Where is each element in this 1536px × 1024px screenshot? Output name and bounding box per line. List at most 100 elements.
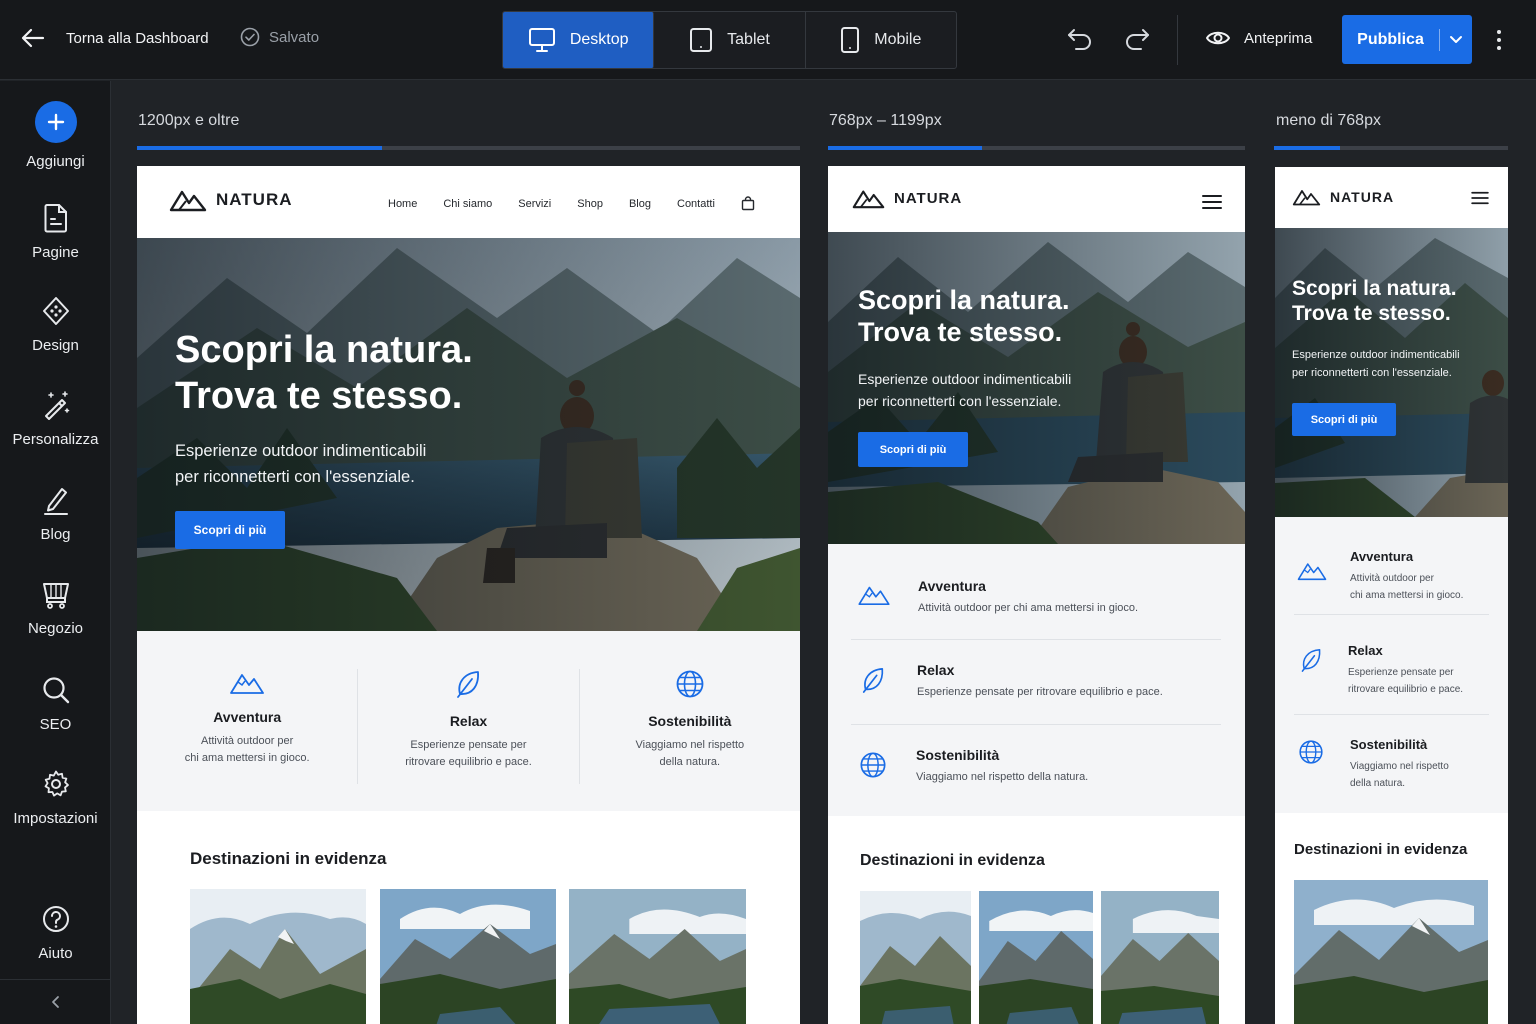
device-mobile-button[interactable]: Mobile: [806, 12, 956, 68]
destination-card[interactable]: [380, 889, 556, 1024]
site-header: NATURA Home Chi siamo Servizi Shop Blog …: [137, 166, 800, 238]
search-icon: [42, 677, 69, 704]
destination-image: [380, 889, 556, 1024]
hero-subtitle-line2: per riconnetterti con l'essenziale.: [175, 468, 415, 487]
save-status: Salvato: [240, 27, 319, 47]
back-to-dashboard-button[interactable]: Torna alla Dashboard: [20, 25, 209, 51]
breakpoint-label-tablet: 768px – 1199px: [829, 112, 942, 129]
destination-image: [569, 889, 746, 1024]
site-nav: Home Chi siamo Servizi Shop Blog Contatt…: [388, 196, 755, 211]
leaf-icon: [1301, 648, 1321, 672]
sidebar-item-customize[interactable]: Personalizza: [0, 389, 111, 448]
destinations-section: Destinazioni in evidenza: [828, 816, 1245, 1024]
feature-text: Esperienze pensate per ritrovare equilib…: [917, 686, 1163, 698]
site-header: NATURA: [1275, 167, 1508, 228]
feature-text: Esperienze pensate per ritrovare equilibr…: [405, 739, 532, 768]
cart-icon: [42, 583, 69, 609]
sidebar-item-add[interactable]: Aggiungi: [0, 101, 111, 170]
feature-sustainability: Sostenibilità Viaggiamo nel rispetto dell…: [851, 725, 1221, 812]
breakpoint-label-desktop: 1200px e oltre: [138, 112, 240, 129]
device-desktop-button[interactable]: Desktop: [503, 12, 655, 68]
destination-card[interactable]: [979, 891, 1093, 1024]
destinations-section: Destinazioni in evidenza: [137, 811, 800, 1024]
hamburger-menu-icon[interactable]: [1202, 194, 1222, 210]
design-icon: [42, 297, 69, 325]
mountain-icon: [858, 586, 890, 605]
sidebar-item-label: Impostazioni: [13, 810, 98, 827]
feature-relax: Relax Esperienze pensate per ritrovare equ…: [1294, 615, 1489, 715]
nav-item-shop[interactable]: Shop: [577, 198, 603, 210]
preview-button[interactable]: Anteprima: [1205, 27, 1312, 49]
hero-subtitle: Esperienze outdoor indimenticabili per r…: [1292, 347, 1460, 382]
mountain-logo-icon: [169, 190, 207, 212]
undo-button[interactable]: [1066, 26, 1094, 57]
feature-text: Attività outdoor per chi ama mettersi in …: [184, 735, 310, 764]
collapse-sidebar-button[interactable]: [0, 979, 111, 1024]
destination-image: [1101, 891, 1219, 1024]
sidebar-item-shop[interactable]: Negozio: [0, 578, 111, 637]
nav-item-about[interactable]: Chi siamo: [443, 198, 492, 210]
sidebar-item-pages[interactable]: Pagine: [0, 202, 111, 261]
destination-card[interactable]: [860, 891, 971, 1024]
preview-label: Anteprima: [1244, 29, 1313, 47]
nav-item-home[interactable]: Home: [388, 198, 417, 210]
sidebar-item-settings[interactable]: Impostazioni: [0, 768, 111, 827]
publish-button[interactable]: Pubblica: [1342, 15, 1472, 64]
destination-card[interactable]: [569, 889, 746, 1024]
destination-card[interactable]: [190, 889, 366, 1024]
hero-subtitle-line2: per riconnetterti con l'essenziale.: [858, 393, 1062, 410]
feature-text: Attività outdoor per chi ama mettersi in …: [1350, 573, 1464, 601]
top-bar: Torna alla Dashboard Salvato Desktop Tab…: [0, 0, 1536, 80]
device-tablet-button[interactable]: Tablet: [654, 12, 806, 68]
feature-title: Relax: [449, 713, 488, 729]
sidebar-item-label: SEO: [39, 716, 72, 733]
hero-cta-button[interactable]: Scopri di più: [175, 511, 285, 549]
hamburger-menu-icon[interactable]: [1471, 191, 1489, 205]
site-logo[interactable]: NATURA: [169, 188, 293, 212]
tablet-preview-frame: NATURA Scopri la natura. Trova te stesso…: [828, 166, 1245, 1024]
site-logo[interactable]: NATURA: [1292, 188, 1394, 206]
globe-icon: [676, 670, 704, 698]
back-label: Torna alla Dashboard: [66, 29, 209, 47]
hero-cta-button[interactable]: Scopri di più: [1292, 403, 1396, 436]
site-logo[interactable]: NATURA: [852, 188, 962, 209]
destination-card[interactable]: [1101, 891, 1219, 1024]
hero-subtitle-line1: Esperienze outdoor indimenticabili: [1292, 349, 1460, 361]
breakpoint-progress: [137, 146, 383, 150]
feature-title: Sostenibilità: [916, 747, 1000, 763]
check-circle-icon: [240, 27, 260, 47]
hero-title-line2: Trova te stesso.: [1292, 302, 1451, 326]
destinations-section: Destinazioni in evidenza: [1275, 813, 1508, 1024]
sidebar-item-design[interactable]: Design: [0, 295, 111, 354]
nav-item-blog[interactable]: Blog: [629, 198, 651, 210]
destinations-title: Destinazioni in evidenza: [860, 852, 1045, 869]
publish-options-button[interactable]: [1440, 35, 1472, 45]
breakpoint-label-mobile: meno di 768px: [1276, 112, 1381, 129]
left-sidebar: Aggiungi Pagine Design Personalizza Blog…: [0, 81, 111, 1024]
hero-section: Scopri la natura. Trova te stesso. Esper…: [137, 238, 800, 631]
hero-overlay: [137, 238, 800, 631]
hero-section: Scopri la natura. Trova te stesso. Esper…: [1275, 228, 1508, 517]
hero-title-line1: Scopri la natura.: [175, 329, 473, 371]
destination-image: [190, 889, 366, 1024]
redo-button[interactable]: [1123, 26, 1151, 57]
sidebar-item-blog[interactable]: Blog: [0, 484, 111, 543]
feature-text: Esperienze pensate per ritrovare equilibr…: [1348, 667, 1464, 695]
feature-title: Avventura: [213, 709, 282, 725]
hero-section: Scopri la natura. Trova te stesso. Esper…: [828, 232, 1245, 544]
feature-title: Avventura: [918, 578, 986, 594]
destination-card[interactable]: [1294, 880, 1488, 1024]
hero-cta-button[interactable]: Scopri di più: [858, 432, 968, 467]
sidebar-item-label: Blog: [40, 526, 71, 543]
tablet-icon: [690, 28, 713, 52]
sidebar-item-seo[interactable]: SEO: [0, 674, 111, 733]
nav-item-contacts[interactable]: Contatti: [677, 198, 715, 210]
more-options-button[interactable]: [1491, 29, 1507, 56]
redo-icon: [1126, 29, 1149, 50]
feature-text: Viaggiamo nel rispetto della natura.: [916, 771, 1089, 783]
hero-subtitle-line1: Esperienze outdoor indimenticabili: [175, 442, 427, 460]
shopping-bag-icon[interactable]: [741, 196, 755, 211]
sidebar-item-help[interactable]: Aiuto: [0, 903, 111, 962]
feature-relax: Relax Esperienze pensate per ritrovare eq…: [358, 669, 580, 784]
nav-item-services[interactable]: Servizi: [518, 198, 551, 210]
